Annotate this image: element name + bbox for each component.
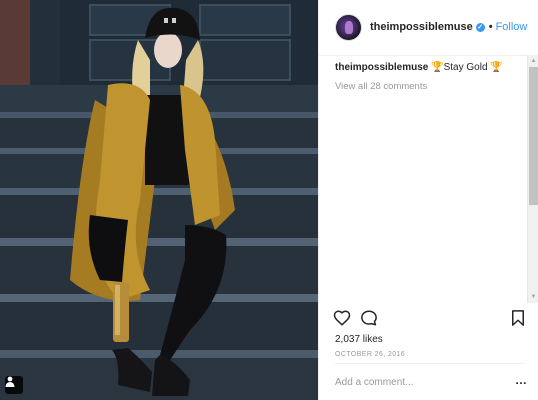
follow-button[interactable]: Follow [496, 21, 528, 33]
verified-badge-icon: ✓ [475, 22, 485, 32]
arrow-down-icon[interactable]: ▼ [528, 291, 538, 303]
post-header: theimpossiblemuse ✓ • Follow [319, 0, 538, 56]
post-details-panel: theimpossiblemuse ✓ • Follow theimpossib… [318, 0, 538, 400]
avatar[interactable] [335, 14, 362, 41]
header-separator: • [488, 21, 493, 33]
caption-text: 🏆Stay Gold 🏆 [428, 62, 503, 73]
view-all-comments-link[interactable]: View all 28 comments [335, 81, 427, 92]
caption-username[interactable]: theimpossiblemuse [335, 62, 428, 73]
arrow-up-icon[interactable]: ▲ [528, 55, 538, 67]
comments-scrollbar[interactable]: ▲ ▼ [527, 55, 538, 303]
scrollbar-thumb[interactable] [529, 67, 538, 205]
bookmark-icon[interactable] [509, 309, 527, 327]
speech-bubble-icon[interactable] [360, 309, 378, 327]
action-bar [319, 303, 529, 335]
likes-count[interactable]: 2,037 likes [335, 334, 383, 345]
comments-area: theimpossiblemuse 🏆Stay Gold 🏆 View all … [319, 57, 529, 301]
caption: theimpossiblemuse 🏆Stay Gold 🏆 [335, 62, 503, 73]
photo-illustration [0, 0, 318, 400]
header-username[interactable]: theimpossiblemuse [370, 21, 473, 33]
post-photo[interactable] [0, 0, 318, 400]
header-user-row: theimpossiblemuse ✓ • Follow [370, 21, 527, 33]
user-tag-button[interactable] [5, 376, 23, 394]
comment-input[interactable] [335, 374, 495, 390]
person-icon [5, 376, 15, 387]
heart-icon[interactable] [333, 309, 351, 327]
more-options-icon[interactable]: … [515, 373, 528, 387]
add-comment-bar: … [335, 363, 528, 400]
post-date: OCTOBER 26, 2016 [335, 351, 406, 358]
